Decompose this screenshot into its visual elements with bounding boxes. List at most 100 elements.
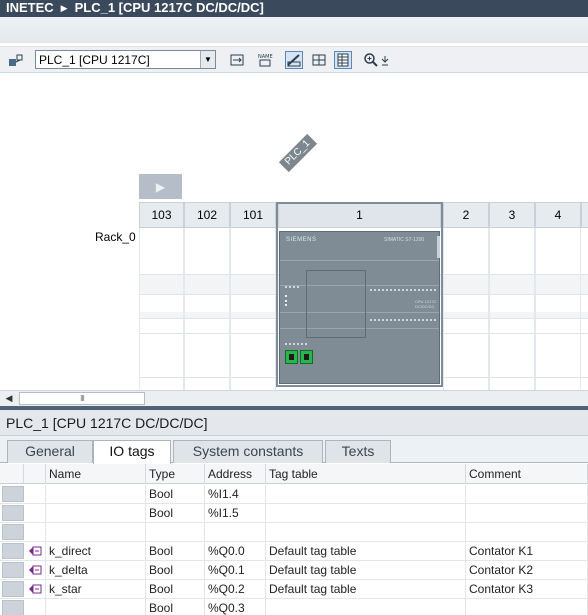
ethernet-port-icon[interactable] xyxy=(300,350,313,364)
row-selector[interactable] xyxy=(2,543,24,559)
table-row[interactable]: Bool %Q0.3 xyxy=(0,599,588,615)
cpu-brand-logo: SIEMENS xyxy=(286,237,317,243)
row-selector[interactable] xyxy=(2,486,24,502)
cell-name[interactable] xyxy=(46,523,146,542)
cell-address[interactable] xyxy=(205,523,266,542)
slot-header[interactable]: 101 xyxy=(230,202,276,228)
cell-address[interactable]: %Q0.2 xyxy=(205,580,266,599)
tab-system-constants[interactable]: System constants xyxy=(173,440,323,463)
table-icon[interactable] xyxy=(334,51,352,69)
row-selector[interactable] xyxy=(2,581,24,597)
cell-type[interactable] xyxy=(146,523,205,542)
zoom-dropdown-icon[interactable] xyxy=(378,51,392,69)
tab-general[interactable]: General xyxy=(7,440,93,463)
network-add-icon[interactable] xyxy=(7,51,25,69)
plc-name-tag[interactable]: PLC_1 xyxy=(278,133,318,173)
cell-comment[interactable]: Contator K3 xyxy=(466,580,588,599)
fit-view-icon[interactable] xyxy=(228,51,246,69)
table-row[interactable] xyxy=(0,523,588,542)
slot-column[interactable] xyxy=(230,228,276,390)
cell-tag-table[interactable]: Default tag table xyxy=(266,561,466,580)
tab-texts[interactable]: Texts xyxy=(325,440,391,463)
cell-tag-table[interactable] xyxy=(266,599,466,615)
cell-address[interactable]: %Q0.0 xyxy=(205,542,266,561)
slot-header[interactable]: 3 xyxy=(489,202,535,228)
toggle-labels-icon[interactable] xyxy=(285,51,303,69)
cell-type[interactable]: Bool xyxy=(146,542,205,561)
device-toolbar: PLC_1 [CPU 1217C] ▼ NAME xyxy=(0,47,588,73)
cell-type[interactable]: Bool xyxy=(146,561,205,580)
cell-address[interactable]: %Q0.1 xyxy=(205,561,266,580)
slot-header[interactable]: 2 xyxy=(443,202,489,228)
device-select[interactable]: PLC_1 [CPU 1217C] ▼ xyxy=(35,50,216,69)
row-selector[interactable] xyxy=(2,600,24,615)
cell-comment[interactable]: Contator K2 xyxy=(466,561,588,580)
cell-type[interactable]: Bool xyxy=(146,485,205,504)
cell-comment[interactable]: Contator K1 xyxy=(466,542,588,561)
table-row[interactable]: k_direct Bool %Q0.0 Default tag table Contat… xyxy=(0,542,588,561)
column-header-address[interactable]: Address xyxy=(205,464,266,484)
cell-name[interactable] xyxy=(46,504,146,523)
cell-type[interactable]: Bool xyxy=(146,599,205,615)
cell-tag-table[interactable] xyxy=(266,523,466,542)
chevron-down-icon[interactable]: ▼ xyxy=(200,51,215,68)
row-selector[interactable] xyxy=(2,505,24,521)
device-canvas[interactable]: PLC_1 ▶ Rack_0 103 102 101 1 2 3 4 SIEME… xyxy=(0,74,588,390)
slot-header[interactable] xyxy=(581,202,588,228)
io-tags-table: Name Type Address Tag table Comment Bool… xyxy=(0,464,588,615)
breadcrumb-separator-icon: ▶ xyxy=(60,3,68,13)
cpu-module[interactable]: SIEMENS SIMATIC S7-1200 CPU 1217C DC/DC/… xyxy=(279,231,440,384)
breadcrumb-device[interactable]: PLC_1 [CPU 1217C DC/DC/DC] xyxy=(75,0,264,15)
scrollbar-thumb[interactable]: III xyxy=(19,392,145,405)
cell-address[interactable]: %I1.5 xyxy=(205,504,266,523)
breadcrumb-project[interactable]: INETEC xyxy=(6,0,54,15)
slot-column[interactable] xyxy=(535,228,581,390)
cell-name[interactable]: k_delta xyxy=(46,561,146,580)
slot-header[interactable]: 4 xyxy=(535,202,581,228)
cell-type[interactable]: Bool xyxy=(146,504,205,523)
table-row[interactable]: Bool %I1.4 xyxy=(0,485,588,504)
cpu-io-leds-icon xyxy=(370,289,436,291)
column-header-name[interactable]: Name xyxy=(46,464,146,484)
cell-comment[interactable] xyxy=(466,485,588,504)
table-row[interactable]: k_star Bool %Q0.2 Default tag table Contator… xyxy=(0,580,588,599)
row-selector[interactable] xyxy=(2,524,24,540)
ethernet-port-icon[interactable] xyxy=(285,350,298,364)
cell-comment[interactable] xyxy=(466,523,588,542)
cell-name[interactable] xyxy=(46,599,146,615)
tab-io-tags[interactable]: IO tags xyxy=(93,440,171,464)
slot-header[interactable]: 103 xyxy=(139,202,184,228)
column-header-type[interactable]: Type xyxy=(146,464,205,484)
table-row[interactable]: k_delta Bool %Q0.1 Default tag table Contato… xyxy=(0,561,588,580)
cell-name[interactable] xyxy=(46,485,146,504)
cell-address[interactable]: %I1.4 xyxy=(205,485,266,504)
cell-comment[interactable] xyxy=(466,599,588,615)
canvas-horizontal-scrollbar[interactable]: ◀ III xyxy=(0,390,588,406)
grid-icon[interactable] xyxy=(310,51,328,69)
rack-expand-arrow-icon[interactable]: ▶ xyxy=(139,174,182,199)
cell-tag-table[interactable]: Default tag table xyxy=(266,580,466,599)
properties-title: PLC_1 [CPU 1217C DC/DC/DC] xyxy=(0,410,588,436)
cpu-status-led-icon xyxy=(285,295,290,306)
show-names-icon[interactable]: NAME xyxy=(256,51,274,69)
slot-column[interactable] xyxy=(184,228,230,390)
cell-comment[interactable] xyxy=(466,504,588,523)
cell-name[interactable]: k_star xyxy=(46,580,146,599)
cell-tag-table[interactable] xyxy=(266,504,466,523)
column-header-comment[interactable]: Comment xyxy=(466,464,588,484)
cell-name[interactable]: k_direct xyxy=(46,542,146,561)
column-header-tag-table[interactable]: Tag table xyxy=(266,464,466,484)
cell-tag-table[interactable] xyxy=(266,485,466,504)
cpu-type-label: CPU 1217C DC/DC/DC xyxy=(415,299,437,309)
table-row[interactable]: Bool %I1.5 xyxy=(0,504,588,523)
cell-address[interactable]: %Q0.3 xyxy=(205,599,266,615)
slot-column[interactable] xyxy=(139,228,184,390)
slot-column[interactable] xyxy=(443,228,489,390)
row-selector[interactable] xyxy=(2,562,24,578)
slot-column[interactable] xyxy=(489,228,535,390)
cell-type[interactable]: Bool xyxy=(146,580,205,599)
scroll-left-icon[interactable]: ◀ xyxy=(2,392,16,405)
cell-tag-table[interactable]: Default tag table xyxy=(266,542,466,561)
slot-header[interactable]: 102 xyxy=(184,202,230,228)
cell-icon xyxy=(24,485,46,504)
